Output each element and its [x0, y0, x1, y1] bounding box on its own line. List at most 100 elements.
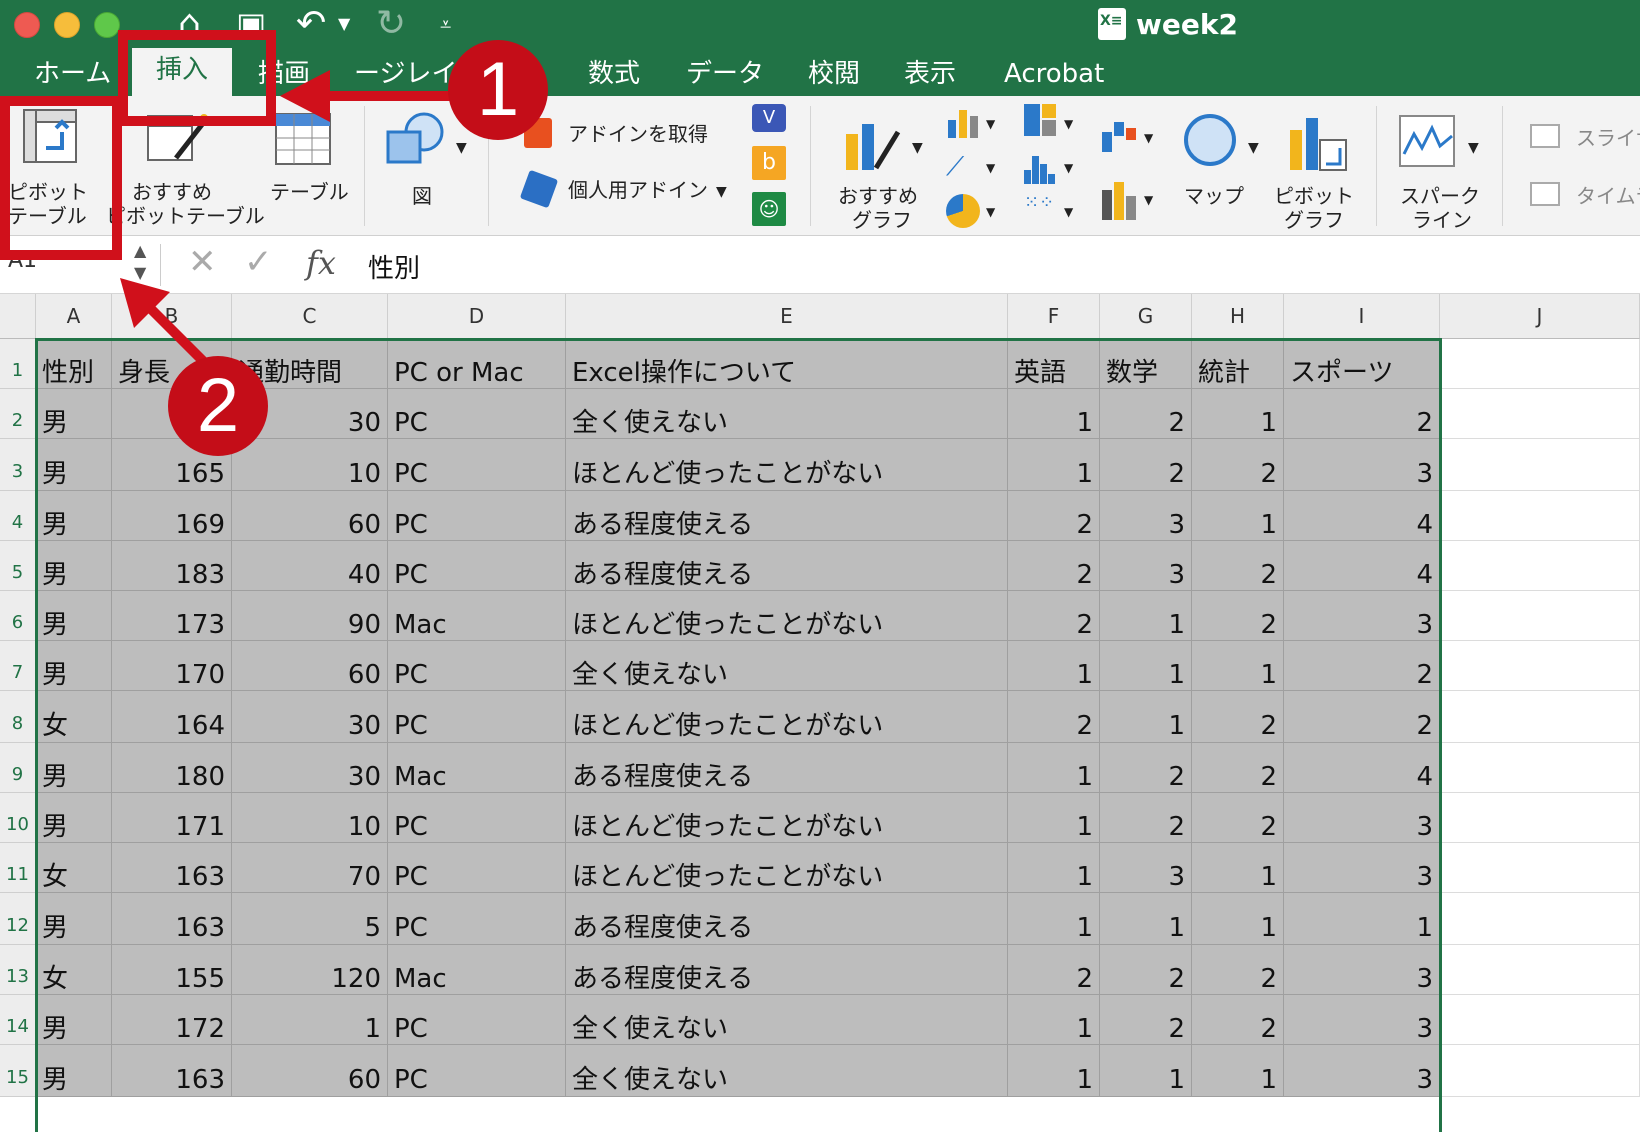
table-cell[interactable]: 1 — [1008, 843, 1100, 893]
table-cell[interactable]: 90 — [232, 591, 388, 641]
table-cell[interactable] — [1440, 793, 1640, 843]
table-cell[interactable]: 2 — [1284, 691, 1440, 743]
column-header-i[interactable]: I — [1284, 294, 1440, 339]
table-cell[interactable]: 120 — [232, 945, 388, 995]
table-cell[interactable]: 3 — [1284, 945, 1440, 995]
get-addins-button[interactable]: アドインを取得 — [520, 114, 720, 154]
table-cell[interactable]: PC — [388, 691, 566, 743]
pivot-chart-button[interactable]: ピボット グラフ — [1272, 100, 1372, 232]
table-cell[interactable]: 1 — [1192, 641, 1284, 691]
column-chart-icon[interactable] — [946, 108, 982, 138]
tab-home[interactable]: ホーム — [34, 52, 111, 96]
customize-toolbar-icon[interactable]: ⩡ — [440, 2, 451, 46]
table-cell[interactable]: 163 — [112, 843, 232, 893]
table-cell[interactable]: 2 — [1192, 945, 1284, 995]
table-cell[interactable]: 1 — [1008, 893, 1100, 945]
table-cell[interactable]: 2 — [1192, 793, 1284, 843]
row-header-4[interactable]: 4 — [0, 491, 36, 541]
table-cell[interactable]: ある程度使える — [566, 743, 1008, 793]
table-cell[interactable]: 2 — [1100, 793, 1192, 843]
table-cell[interactable]: 2 — [1284, 389, 1440, 439]
my-addins-button[interactable]: 個人用アドイン ▼ — [519, 169, 740, 210]
table-cell[interactable]: 1 — [1008, 389, 1100, 439]
tab-acrobat[interactable]: Acrobat — [1004, 52, 1104, 96]
row-header-15[interactable]: 15 — [0, 1045, 36, 1097]
row-header-3[interactable]: 3 — [0, 439, 36, 491]
waterfall-chart-icon[interactable] — [1102, 122, 1138, 152]
header-cell[interactable]: 統計 — [1192, 339, 1284, 389]
table-cell[interactable]: 女 — [36, 945, 112, 995]
table-cell[interactable]: 女 — [36, 843, 112, 893]
row-header-12[interactable]: 12 — [0, 893, 36, 945]
header-cell[interactable]: スポーツ — [1284, 339, 1440, 389]
header-cell[interactable]: 性別 — [36, 339, 112, 389]
table-cell[interactable]: PC — [388, 995, 566, 1045]
table-cell[interactable]: PC — [388, 389, 566, 439]
line-chart-icon[interactable]: ⟋ — [946, 152, 982, 182]
table-cell[interactable]: 40 — [232, 541, 388, 591]
tab-formulas[interactable]: 数式 — [588, 52, 640, 96]
undo-dropdown-icon[interactable]: ▼ — [338, 2, 350, 46]
table-cell[interactable]: 60 — [232, 641, 388, 691]
table-cell[interactable]: 163 — [112, 893, 232, 945]
table-cell[interactable] — [1440, 541, 1640, 591]
table-cell[interactable]: 3 — [1284, 843, 1440, 893]
row-header-13[interactable]: 13 — [0, 945, 36, 995]
row-header-7[interactable]: 7 — [0, 641, 36, 691]
table-cell[interactable]: 男 — [36, 491, 112, 541]
dropdown-arrow-icon[interactable]: ▼ — [1064, 200, 1073, 224]
table-cell[interactable]: PC — [388, 491, 566, 541]
table-cell[interactable]: 2 — [1284, 641, 1440, 691]
table-cell[interactable]: 1 — [1008, 743, 1100, 793]
row-header-9[interactable]: 9 — [0, 743, 36, 793]
table-cell[interactable]: 30 — [232, 743, 388, 793]
dropdown-arrow-icon[interactable]: ▼ — [716, 180, 727, 204]
dropdown-arrow-icon[interactable]: ▼ — [986, 156, 995, 180]
table-cell[interactable]: 10 — [232, 793, 388, 843]
table-cell[interactable]: 2 — [1008, 591, 1100, 641]
timeline-button[interactable]: タイムラ — [1530, 178, 1640, 214]
row-header-5[interactable]: 5 — [0, 541, 36, 591]
table-cell[interactable]: PC — [388, 893, 566, 945]
column-header-e[interactable]: E — [566, 294, 1008, 339]
table-cell[interactable]: 2 — [1008, 945, 1100, 995]
table-cell[interactable]: 170 — [112, 641, 232, 691]
table-cell[interactable]: 173 — [112, 591, 232, 641]
table-cell[interactable]: 男 — [36, 743, 112, 793]
people-graph-icon[interactable]: ☺ — [752, 192, 786, 226]
table-cell[interactable]: 171 — [112, 793, 232, 843]
table-cell[interactable]: ほとんど使ったことがない — [566, 439, 1008, 491]
visio-icon[interactable]: V — [752, 104, 786, 132]
select-all-corner[interactable] — [0, 294, 36, 339]
table-cell[interactable]: 2 — [1008, 691, 1100, 743]
table-cell[interactable]: PC — [388, 439, 566, 491]
maximize-window-button[interactable] — [94, 12, 120, 38]
table-cell[interactable]: 163 — [112, 1045, 232, 1097]
scatter-chart-icon[interactable]: ⁙⁘ — [1024, 194, 1056, 226]
row-header-10[interactable]: 10 — [0, 793, 36, 843]
table-cell[interactable]: 1 — [1192, 1045, 1284, 1097]
table-cell[interactable]: 3 — [1284, 439, 1440, 491]
row-header-2[interactable]: 2 — [0, 389, 36, 439]
table-cell[interactable] — [1440, 743, 1640, 793]
table-cell[interactable] — [1440, 389, 1640, 439]
tab-review[interactable]: 校閲 — [808, 52, 860, 96]
table-cell[interactable]: 男 — [36, 591, 112, 641]
table-cell[interactable]: Mac — [388, 743, 566, 793]
table-cell[interactable]: 全く使えない — [566, 389, 1008, 439]
table-cell[interactable]: 1 — [1008, 793, 1100, 843]
table-cell[interactable]: 1 — [1100, 1045, 1192, 1097]
header-cell[interactable]: 数学 — [1100, 339, 1192, 389]
row-header-6[interactable]: 6 — [0, 591, 36, 641]
row-header-8[interactable]: 8 — [0, 691, 36, 743]
header-cell[interactable] — [1440, 339, 1640, 389]
table-cell[interactable]: 2 — [1100, 995, 1192, 1045]
dropdown-arrow-icon[interactable]: ▼ — [912, 136, 923, 160]
table-cell[interactable] — [1440, 641, 1640, 691]
table-cell[interactable]: PC — [388, 541, 566, 591]
table-cell[interactable]: 3 — [1100, 491, 1192, 541]
table-cell[interactable]: 1 — [1192, 491, 1284, 541]
insert-function-icon[interactable]: fx — [306, 244, 336, 282]
column-header-d[interactable]: D — [388, 294, 566, 339]
table-cell[interactable] — [1440, 439, 1640, 491]
